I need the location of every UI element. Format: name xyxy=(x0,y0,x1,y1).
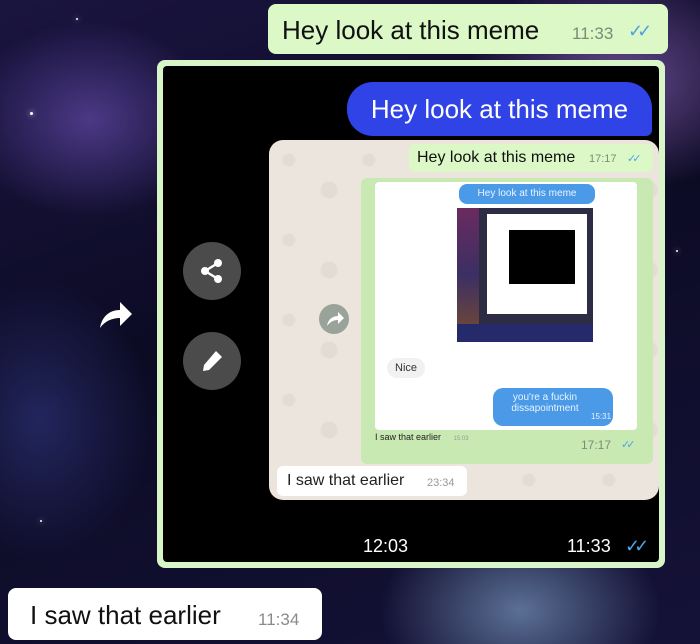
nested-blue-bubble: Hey look at this meme xyxy=(459,184,595,204)
nested-screenshot-thumbnail xyxy=(457,208,593,342)
nested-incoming-message: I saw that earlier 23:34 xyxy=(277,466,467,496)
read-ticks-icon: ✓✓ xyxy=(628,21,652,41)
nested-outgoing-message: Hey look at this meme 17:17 ✓✓ xyxy=(409,144,653,172)
message-time: 15:31 xyxy=(591,412,612,421)
share-button[interactable] xyxy=(183,242,241,300)
read-ticks-icon: ✓✓ xyxy=(625,536,649,556)
message-text: Hey look at this meme xyxy=(282,15,540,45)
message-text: I saw that earlier xyxy=(375,432,442,442)
message-time: 17:17 xyxy=(581,438,612,452)
message-time: 11:33 xyxy=(567,536,611,556)
background-star xyxy=(676,250,678,252)
blue-message-bubble: Hey look at this meme xyxy=(347,82,652,136)
share-icon xyxy=(201,259,222,283)
nested-image-message: Hey look at this meme Nice you're a fuck… xyxy=(361,178,653,464)
background-star xyxy=(30,112,33,115)
background-star xyxy=(40,520,42,522)
background-star xyxy=(76,18,78,20)
message-text: I saw that earlier xyxy=(30,600,221,630)
message-text: Hey look at this meme xyxy=(417,149,576,166)
read-ticks-icon: ✓✓ xyxy=(627,153,642,165)
nested-chat: Hey look at this meme 17:17 ✓✓ Hey look … xyxy=(269,140,659,500)
forward-icon[interactable] xyxy=(96,298,134,332)
outgoing-message[interactable]: Hey look at this meme 11:33 ✓✓ xyxy=(268,4,668,54)
nested-saw-message: I saw that earlier 15:03 xyxy=(375,432,469,442)
edit-icon xyxy=(203,351,222,371)
message-time: 23:34 xyxy=(427,477,455,489)
image-message[interactable]: Hey look at this meme Hey look at this m… xyxy=(157,60,665,568)
nice-message: Nice xyxy=(387,358,426,378)
forward-icon xyxy=(319,304,349,334)
message-text: I saw that earlier xyxy=(287,472,405,489)
nested-screenshot: Hey look at this meme Nice you're a fuck… xyxy=(375,182,637,430)
message-time: 15:03 xyxy=(453,436,469,442)
incoming-message[interactable]: I saw that earlier 11:34 xyxy=(8,588,322,640)
message-time: 17:17 xyxy=(589,153,617,165)
edit-button[interactable] xyxy=(183,332,241,390)
blue-reply-message: you're a fuckin dissapointment 15:31 xyxy=(493,388,613,426)
message-text: you're a fuckin dissapointment xyxy=(511,392,579,414)
message-time: 12:03 xyxy=(363,536,409,556)
message-time: 11:33 xyxy=(572,24,614,43)
message-time: 11:34 xyxy=(258,610,300,629)
read-ticks-icon: ✓✓ xyxy=(621,439,636,451)
screenshot-image: Hey look at this meme Hey look at this m… xyxy=(163,66,659,562)
